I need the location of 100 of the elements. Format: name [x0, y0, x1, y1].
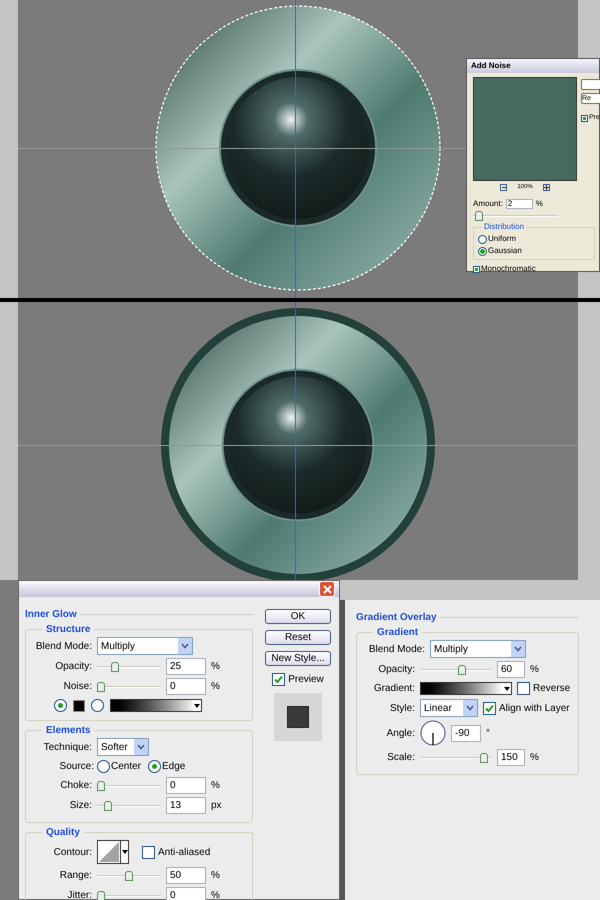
slider-thumb[interactable] — [458, 664, 466, 674]
group-title: Elements — [45, 724, 92, 738]
value-field[interactable]: 13 — [166, 797, 206, 814]
slider[interactable] — [97, 890, 161, 900]
unit-label: % — [211, 680, 220, 694]
value-field[interactable]: 150 — [497, 749, 525, 766]
unit-label: % — [211, 889, 220, 900]
dialog-title: Add Noise — [467, 59, 599, 73]
caret-icon — [504, 686, 510, 690]
section-title: Gradient Overlay — [356, 611, 437, 625]
blend-mode-dropdown[interactable]: Multiply — [97, 637, 193, 655]
color-swatch[interactable] — [73, 700, 85, 712]
radio-label: Center — [111, 760, 142, 774]
value-field[interactable]: -90 — [451, 724, 481, 742]
blend-mode-dropdown[interactable]: Multiply — [430, 640, 526, 658]
slider[interactable] — [420, 752, 492, 762]
slider[interactable] — [97, 780, 161, 790]
unit-label: % — [530, 751, 539, 765]
preview-label: Preview — [288, 673, 324, 687]
slider[interactable] — [97, 682, 161, 692]
radio-button[interactable] — [91, 699, 104, 712]
slider-thumb[interactable] — [474, 211, 483, 221]
preview-swatch — [287, 706, 309, 728]
caret-icon — [178, 638, 192, 654]
slider-label: Choke: — [59, 779, 92, 793]
anti-aliased-checkbox[interactable] — [142, 846, 155, 858]
anti-aliased-label: Anti-aliased — [158, 846, 210, 860]
slider[interactable] — [97, 800, 161, 810]
caret-icon — [463, 700, 477, 716]
radio-button[interactable] — [148, 760, 162, 773]
align-with-layer-label: Align with Layer — [499, 702, 570, 716]
contour-picker[interactable] — [97, 840, 129, 864]
value-field[interactable]: 50 — [166, 867, 206, 884]
value-field[interactable]: 25 — [166, 658, 206, 675]
unit-label: % — [211, 660, 220, 674]
angle-label: Angle: — [386, 726, 415, 740]
group-title: Structure — [45, 623, 92, 637]
slider-thumb[interactable] — [125, 870, 133, 880]
radio-label: Gaussian — [488, 245, 522, 257]
value-field[interactable]: 0 — [166, 887, 206, 900]
dialog-button[interactable]: OK — [265, 609, 331, 624]
slider-thumb[interactable] — [111, 662, 119, 672]
slider[interactable] — [420, 664, 492, 674]
gradient-picker[interactable] — [110, 699, 202, 712]
caret-icon — [122, 850, 128, 854]
zoom-in-button[interactable] — [542, 184, 550, 191]
preview-checkbox[interactable] — [581, 114, 588, 122]
close-icon — [322, 584, 332, 594]
technique-dropdown[interactable]: Softer — [97, 738, 149, 756]
angle-dial-icon[interactable] — [420, 720, 446, 746]
caret-icon — [134, 739, 148, 755]
slider-label: Size: — [68, 799, 92, 813]
section-title: Inner Glow — [25, 608, 77, 622]
blend-mode-label: Blend Mode: — [368, 642, 425, 656]
dialog-button[interactable] — [581, 79, 600, 90]
unit-label: % — [530, 663, 539, 677]
amount-label: Amount: — [473, 198, 503, 210]
slider-thumb[interactable] — [97, 780, 105, 790]
slider-label: Range: — [58, 869, 92, 883]
slider[interactable] — [97, 662, 161, 672]
source-label: Source: — [58, 760, 94, 774]
slider-thumb[interactable] — [97, 890, 105, 900]
amount-slider[interactable] — [473, 211, 558, 221]
value-field[interactable]: 0 — [166, 678, 206, 695]
plus-icon — [544, 185, 549, 190]
amount-field[interactable]: 2 — [506, 199, 533, 209]
close-button[interactable] — [319, 581, 335, 597]
check-icon — [274, 675, 284, 684]
reverse-label: Reverse — [533, 682, 570, 696]
technique-label: Technique: — [42, 740, 92, 754]
unit-label: % — [536, 198, 543, 210]
slider-thumb[interactable] — [97, 682, 105, 692]
radio-button[interactable] — [97, 760, 110, 773]
dialog-button[interactable]: Reset — [265, 630, 331, 645]
slider[interactable] — [97, 870, 161, 880]
radio-button[interactable] — [478, 246, 487, 256]
group-title: Quality — [45, 826, 81, 840]
monochromatic-checkbox[interactable] — [473, 266, 480, 272]
zoom-out-button[interactable] — [500, 184, 508, 191]
value-field[interactable]: 0 — [166, 777, 206, 794]
value-field[interactable]: 60 — [497, 661, 525, 678]
monochromatic-label: Monochromatic — [481, 263, 536, 275]
align-with-layer-checkbox[interactable] — [483, 702, 496, 714]
gradient-label: Gradient: — [372, 682, 415, 696]
contour-curve-icon — [98, 841, 120, 863]
style-dropdown[interactable]: Linear — [420, 699, 478, 717]
reverse-checkbox[interactable] — [517, 682, 530, 695]
preview-checkbox[interactable] — [272, 673, 286, 686]
slider-label: Opacity: — [54, 660, 92, 674]
slider-thumb[interactable] — [104, 800, 112, 810]
slider-thumb[interactable] — [480, 752, 488, 762]
style-label: Style: — [388, 702, 415, 716]
gradient-picker[interactable] — [420, 682, 512, 695]
unit-label: % — [211, 869, 220, 883]
radio-button[interactable] — [54, 699, 67, 712]
radio-button[interactable] — [478, 234, 487, 244]
caret-icon — [511, 641, 525, 657]
group-title: Distribution — [483, 221, 526, 233]
check-icon — [485, 704, 494, 712]
dialog-button[interactable]: New Style... — [265, 651, 331, 666]
